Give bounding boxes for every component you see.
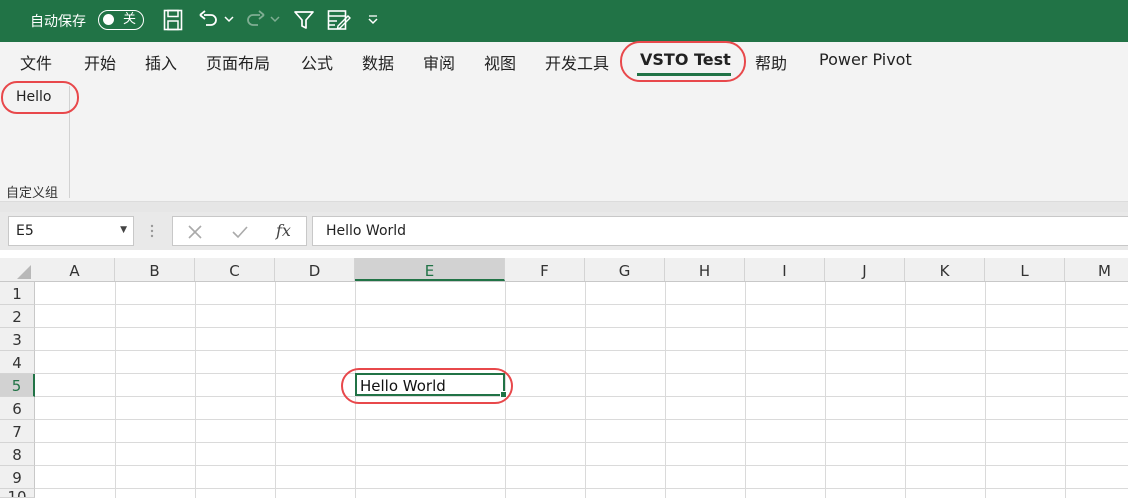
ribbon-tab-bar: 文件 开始 插入 页面布局 公式 数据 审阅 视图 开发工具 VSTO Test… [0,42,1128,80]
resize-handle-icon[interactable] [150,224,154,238]
redo-icon[interactable] [244,9,266,31]
save-icon[interactable] [163,9,183,31]
gridline [35,396,1128,397]
gridline [985,282,986,498]
tab-developer[interactable]: 开发工具 [545,50,609,74]
title-bar: 自动保存 关 [0,0,1128,42]
gridline [585,282,586,498]
row-header-6[interactable]: 6 [0,397,35,420]
row-header-1[interactable]: 1 [0,282,35,305]
filter-icon[interactable] [293,9,315,31]
name-box[interactable]: E5 ▼ [8,216,134,246]
gridline [35,373,1128,374]
row-header-4[interactable]: 4 [0,351,35,374]
column-header-d[interactable]: D [275,258,355,281]
column-header-h[interactable]: H [665,258,745,281]
column-header-l[interactable]: L [985,258,1065,281]
annotation-hello-button [1,81,79,114]
formula-input[interactable]: Hello World [312,216,1128,246]
ribbon-body: Hello 自定义组 [0,80,1128,202]
column-header-g[interactable]: G [585,258,665,281]
enter-icon[interactable] [231,224,249,240]
gridline [905,282,906,498]
gridline [35,350,1128,351]
worksheet-grid[interactable]: A B C D E F G H I J K L M 1 2 3 4 5 6 7 … [0,258,1128,498]
name-box-value: E5 [16,223,34,239]
form-icon[interactable] [327,9,351,31]
gridline [35,488,1128,489]
column-header-a[interactable]: A [35,258,115,281]
cancel-icon[interactable] [187,224,203,240]
gridline [825,282,826,498]
tab-data[interactable]: 数据 [362,50,394,74]
gridline [115,282,116,498]
undo-icon[interactable] [198,9,220,31]
gridline [35,419,1128,420]
select-all-icon[interactable] [14,264,32,280]
gridline [1065,282,1066,498]
tab-formulas[interactable]: 公式 [301,50,333,74]
tab-file[interactable]: 文件 [20,50,52,74]
autosave-label: 自动保存 [30,14,86,30]
row-header-10[interactable]: 10 [0,489,35,498]
column-header-m[interactable]: M [1065,258,1128,281]
row-header-8[interactable]: 8 [0,443,35,466]
column-header-i[interactable]: I [745,258,825,281]
formula-content: Hello World [326,223,407,239]
autosave-state: 关 [123,12,137,27]
column-header-c[interactable]: C [195,258,275,281]
autosave-toggle[interactable]: 关 [98,10,144,30]
gridline [745,282,746,498]
gridline [35,327,1128,328]
tab-help[interactable]: 帮助 [755,50,787,74]
formula-buttons: fx [172,216,307,246]
insert-function-icon[interactable]: fx [276,221,291,240]
ribbon-gap [0,202,1128,212]
column-header-b[interactable]: B [115,258,195,281]
gridline [665,282,666,498]
toggle-knob [103,14,114,25]
row-header-2[interactable]: 2 [0,305,35,328]
row-header-5[interactable]: 5 [0,374,35,397]
column-header-k[interactable]: K [905,258,985,281]
row-header-7[interactable]: 7 [0,420,35,443]
redo-dropdown-icon[interactable] [270,15,280,23]
gridline [275,282,276,498]
name-box-dropdown-icon[interactable]: ▼ [120,225,127,235]
customize-dropdown-icon[interactable] [367,15,379,25]
column-header-f[interactable]: F [505,258,585,281]
gridline [35,304,1128,305]
row-header-9[interactable]: 9 [0,466,35,489]
gridline [35,465,1128,466]
tab-power-pivot[interactable]: Power Pivot [819,50,912,69]
row-header-3[interactable]: 3 [0,328,35,351]
annotation-cell-e5 [341,368,513,404]
column-header-e[interactable]: E [355,258,505,281]
undo-dropdown-icon[interactable] [224,15,234,23]
tab-view[interactable]: 视图 [484,50,516,74]
column-header-j[interactable]: J [825,258,905,281]
gridline [195,282,196,498]
gridline [35,442,1128,443]
tab-review[interactable]: 审阅 [423,50,455,74]
tab-page-layout[interactable]: 页面布局 [206,50,270,74]
tab-home[interactable]: 开始 [84,50,116,74]
formula-bar: E5 ▼ fx Hello World [0,212,1128,250]
annotation-vsto-tab [620,41,746,82]
group-label: 自定义组 [6,186,59,201]
tab-insert[interactable]: 插入 [145,50,177,74]
